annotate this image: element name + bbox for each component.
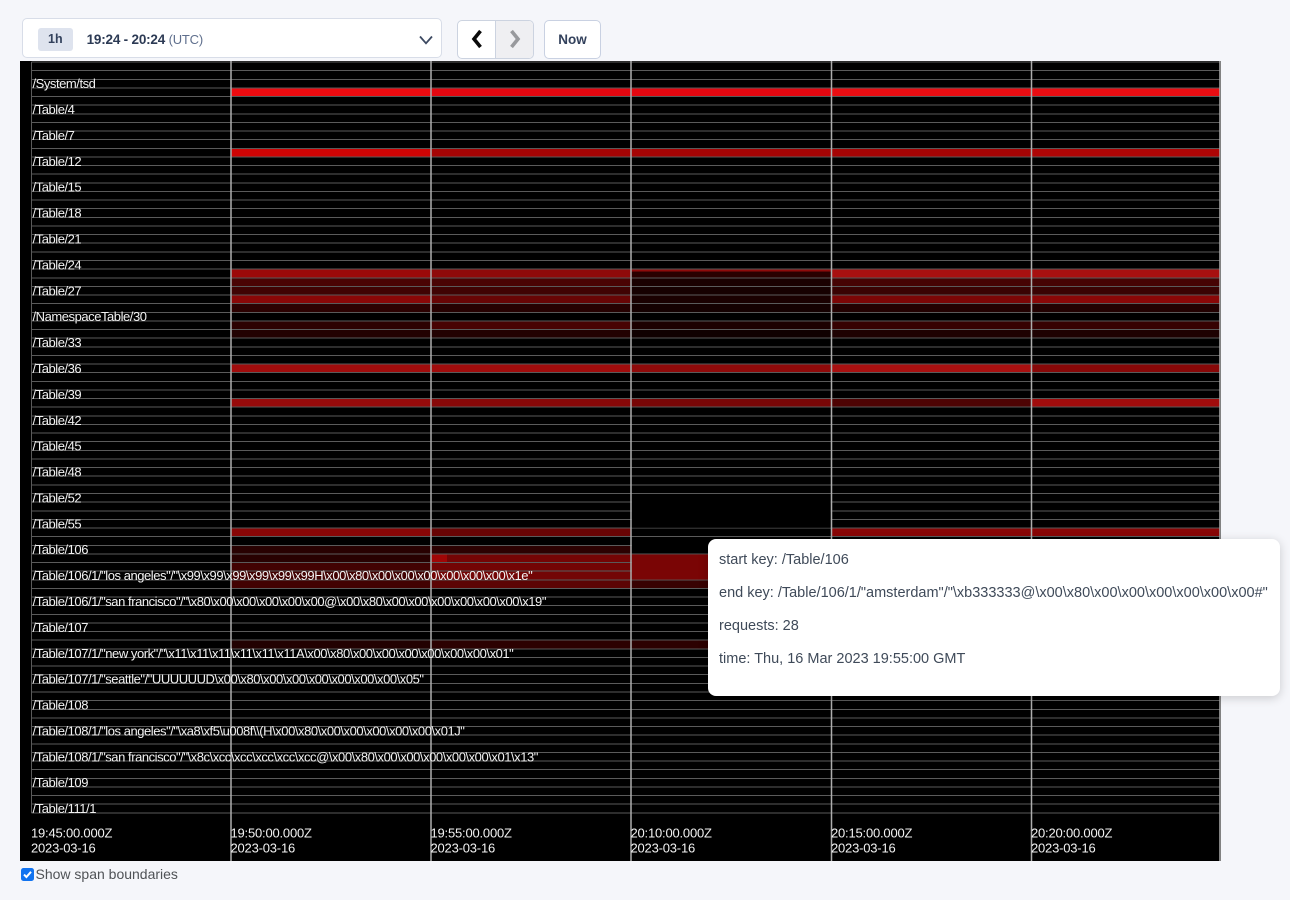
svg-text:/Table/106/1/"los angeles"/"\x: /Table/106/1/"los angeles"/"\x99\x99\x99…: [33, 568, 534, 583]
svg-text:2023-03-16: 2023-03-16: [431, 841, 496, 856]
svg-text:2023-03-16: 2023-03-16: [831, 841, 896, 856]
svg-text:2023-03-16: 2023-03-16: [231, 841, 296, 856]
svg-text:/Table/106: /Table/106: [33, 542, 89, 557]
svg-text:/Table/24: /Table/24: [33, 257, 82, 272]
svg-text:/Table/48: /Table/48: [33, 465, 82, 480]
svg-text:/Table/107/1/"seattle"/"UUUUUU: /Table/107/1/"seattle"/"UUUUUUD\x00\x80\…: [33, 672, 425, 687]
svg-text:/Table/39: /Table/39: [33, 387, 82, 402]
svg-text:19:45:00.000Z: 19:45:00.000Z: [31, 826, 113, 841]
svg-text:/Table/7: /Table/7: [33, 128, 75, 143]
svg-text:2023-03-16: 2023-03-16: [631, 841, 696, 856]
svg-text:/Table/42: /Table/42: [33, 413, 82, 428]
svg-text:/Table/108: /Table/108: [33, 698, 89, 713]
svg-text:/Table/109: /Table/109: [33, 775, 89, 790]
svg-text:/Table/106/1/"san francisco"/": /Table/106/1/"san francisco"/"\x80\x00\x…: [33, 594, 547, 609]
svg-text:19:50:00.000Z: 19:50:00.000Z: [231, 826, 313, 841]
svg-text:/Table/108/1/"los angeles"/"\x: /Table/108/1/"los angeles"/"\xa8\xf5\u00…: [33, 723, 466, 738]
svg-text:/Table/52: /Table/52: [33, 490, 82, 505]
svg-text:20:10:00.000Z: 20:10:00.000Z: [631, 826, 713, 841]
svg-text:20:20:00.000Z: 20:20:00.000Z: [1031, 826, 1113, 841]
svg-text:/Table/107/1/"new york"/"\x11\: /Table/107/1/"new york"/"\x11\x11\x11\x1…: [33, 646, 515, 661]
svg-text:/Table/4: /Table/4: [33, 102, 75, 117]
svg-text:/Table/36: /Table/36: [33, 361, 82, 376]
svg-text:/System/tsd: /System/tsd: [33, 76, 96, 91]
svg-text:/NamespaceTable/30: /NamespaceTable/30: [33, 309, 147, 324]
svg-text:/Table/27: /Table/27: [33, 283, 82, 298]
svg-text:/Table/21: /Table/21: [33, 232, 82, 247]
svg-text:/Table/33: /Table/33: [33, 335, 82, 350]
svg-text:/Table/107: /Table/107: [33, 620, 89, 635]
svg-text:/Table/111/1: /Table/111/1: [33, 801, 97, 816]
svg-text:19:55:00.000Z: 19:55:00.000Z: [431, 826, 513, 841]
svg-text:/Table/15: /Table/15: [33, 180, 82, 195]
svg-text:/Table/18: /Table/18: [33, 206, 82, 221]
svg-text:2023-03-16: 2023-03-16: [1031, 841, 1096, 856]
svg-text:/Table/108/1/"san francisco"/": /Table/108/1/"san francisco"/"\x8c\xcc\x…: [33, 749, 539, 764]
svg-text:20:15:00.000Z: 20:15:00.000Z: [831, 826, 913, 841]
svg-text:2023-03-16: 2023-03-16: [31, 841, 96, 856]
svg-text:/Table/12: /Table/12: [33, 154, 82, 169]
svg-text:/Table/45: /Table/45: [33, 439, 82, 454]
svg-text:/Table/55: /Table/55: [33, 516, 82, 531]
